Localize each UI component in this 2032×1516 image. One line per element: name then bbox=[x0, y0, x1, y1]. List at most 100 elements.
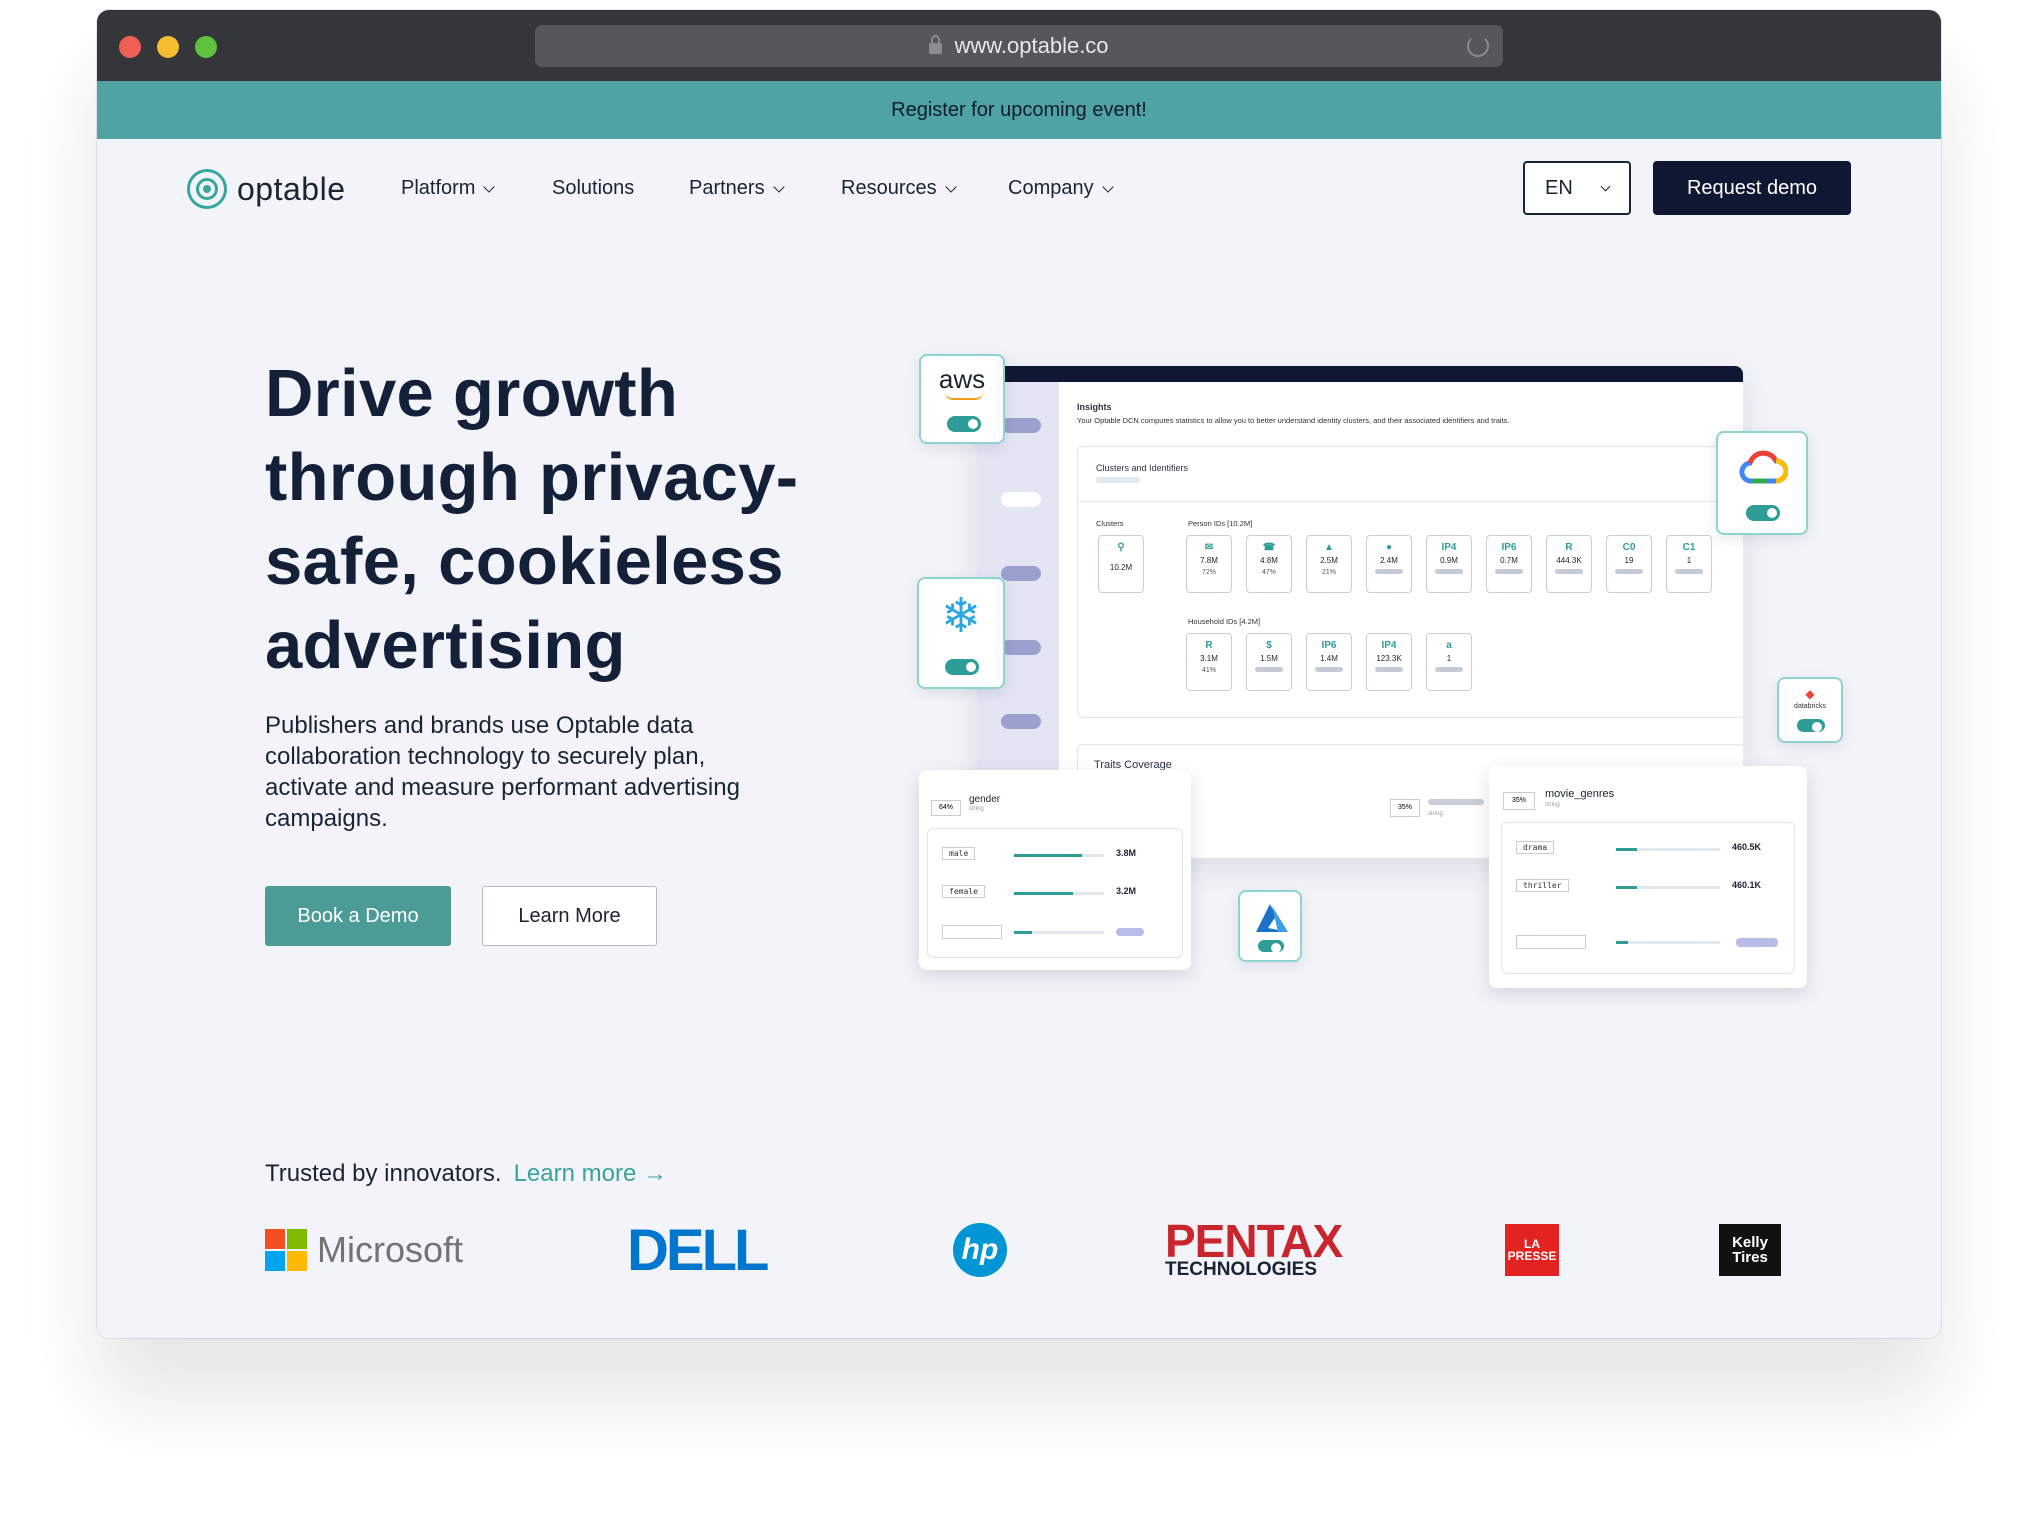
trusted-section: Trusted by innovators. Learn more → bbox=[265, 1160, 667, 1188]
placeholder-bar bbox=[1555, 569, 1583, 574]
google-cloud-integration-card[interactable] bbox=[1716, 431, 1808, 535]
household-identifier-box: a1 bbox=[1426, 633, 1472, 691]
aws-toggle[interactable] bbox=[947, 416, 981, 432]
placeholder-bar bbox=[1375, 667, 1403, 672]
nav-solutions[interactable]: Solutions bbox=[552, 177, 634, 200]
dashboard-top-bar bbox=[977, 366, 1743, 382]
nav-resources[interactable]: Resources bbox=[841, 177, 957, 200]
person-identifier-box: C0 19 bbox=[1606, 535, 1652, 593]
cluster-box: ⚲ 10.2M bbox=[1098, 535, 1144, 593]
household-identifier-box: IP4 123.3K bbox=[1366, 633, 1412, 691]
identifier-value: 123.3K bbox=[1376, 654, 1402, 663]
gender-row-label: female bbox=[942, 885, 985, 898]
identifier-icon: C1 bbox=[1682, 542, 1696, 553]
snowflake-toggle[interactable] bbox=[945, 659, 979, 675]
placeholder-bar bbox=[1675, 569, 1703, 574]
address-bar[interactable]: www.optable.co bbox=[535, 25, 1503, 67]
cluster-value: 10.2M bbox=[1109, 563, 1133, 572]
identifier-icon: ▲ bbox=[1324, 542, 1334, 553]
event-banner-text[interactable]: Register for upcoming event! bbox=[891, 99, 1147, 122]
logo-text: optable bbox=[237, 170, 346, 207]
language-select[interactable]: EN bbox=[1523, 161, 1631, 215]
nav-platform-label: Platform bbox=[401, 177, 476, 199]
gender-row-value: 3.2M bbox=[1116, 886, 1137, 896]
trusted-learn-more-link[interactable]: Learn more → bbox=[514, 1160, 667, 1188]
traits-pct: 35% bbox=[1390, 799, 1420, 817]
aws-integration-card[interactable]: aws bbox=[919, 354, 1005, 444]
clusters-heading: Clusters and Identifiers bbox=[1096, 463, 1189, 473]
azure-icon bbox=[1256, 904, 1288, 932]
person-identifier-box: ● 2.4M bbox=[1366, 535, 1412, 593]
person-ids-label: Person IDs [10.2M] bbox=[1188, 519, 1253, 528]
identifier-icon: IP4 bbox=[1441, 542, 1457, 553]
person-identifier-box: C1 1 bbox=[1666, 535, 1712, 593]
household-ids-label: Household IDs [4.2M] bbox=[1188, 617, 1261, 626]
person-identifier-box: IP4 0.9M bbox=[1426, 535, 1472, 593]
nav-platform[interactable]: Platform bbox=[401, 177, 496, 200]
placeholder-track bbox=[1616, 941, 1720, 944]
databricks-toggle[interactable] bbox=[1797, 719, 1825, 732]
identifier-value: 1.4M bbox=[1320, 654, 1338, 663]
placeholder-bar bbox=[1315, 667, 1343, 672]
aws-smile bbox=[945, 392, 983, 400]
identifier-pct: 41% bbox=[1201, 667, 1216, 674]
traits-string: string bbox=[1428, 811, 1443, 817]
sidebar-pill bbox=[1001, 566, 1041, 581]
movie-row-track bbox=[1616, 886, 1720, 889]
identifier-value: 2.5M bbox=[1320, 556, 1338, 565]
placeholder-pill bbox=[1116, 928, 1144, 936]
identifier-value: 4.8M bbox=[1260, 556, 1278, 565]
pentax-logo: PENTAX TECHNOLOGIES bbox=[1165, 1215, 1343, 1285]
movie-row-value: 460.1K bbox=[1732, 880, 1762, 890]
person-identifier-box: ☎ 4.8M 47% bbox=[1246, 535, 1292, 593]
lock-icon bbox=[929, 34, 943, 54]
nav-partners[interactable]: Partners bbox=[689, 177, 785, 200]
person-identifier-box: R 444.3K bbox=[1546, 535, 1592, 593]
nav-company-label: Company bbox=[1008, 177, 1094, 199]
google-cloud-toggle[interactable] bbox=[1746, 505, 1780, 521]
sidebar-pill bbox=[1001, 418, 1041, 433]
google-cloud-icon bbox=[1739, 450, 1788, 484]
azure-toggle[interactable] bbox=[1258, 940, 1284, 953]
identifier-pct: 47% bbox=[1261, 569, 1276, 576]
minimize-window-button[interactable] bbox=[157, 36, 179, 58]
top-navigation: optable Platform Solutions Partners Reso… bbox=[97, 139, 1941, 241]
household-identifier-box: IP6 1.4M bbox=[1306, 633, 1352, 691]
reload-icon[interactable] bbox=[1467, 35, 1489, 57]
sidebar-pill bbox=[1001, 492, 1041, 507]
learn-more-button[interactable]: Learn More bbox=[482, 886, 657, 946]
la-presse-logo: LA PRESSE bbox=[1505, 1215, 1559, 1285]
gender-row-value: 3.8M bbox=[1116, 848, 1137, 858]
identifier-icon: $ bbox=[1266, 640, 1272, 651]
identifier-icon: ● bbox=[1385, 542, 1393, 553]
identifier-value: 444.3K bbox=[1556, 556, 1582, 565]
databricks-integration-card[interactable]: ◆ databricks bbox=[1777, 677, 1843, 743]
hp-text: hp bbox=[953, 1223, 1007, 1277]
maximize-window-button[interactable] bbox=[195, 36, 217, 58]
azure-integration-card[interactable] bbox=[1238, 890, 1302, 962]
gender-row-track bbox=[1014, 892, 1104, 895]
sidebar-pill bbox=[1001, 640, 1041, 655]
hero-title: Drive growth through privacy-safe, cooki… bbox=[265, 356, 799, 683]
snowflake-integration-card[interactable]: ❄ bbox=[917, 577, 1005, 689]
book-demo-button[interactable]: Book a Demo bbox=[265, 886, 451, 946]
close-window-button[interactable] bbox=[119, 36, 141, 58]
trusted-text: Trusted by innovators. bbox=[265, 1160, 502, 1187]
identifier-value: 2.4M bbox=[1380, 556, 1398, 565]
kelly-tires-logo: Kelly Tires bbox=[1719, 1215, 1781, 1285]
placeholder-bar bbox=[1096, 477, 1140, 483]
nav-company[interactable]: Company bbox=[1008, 177, 1114, 200]
request-demo-button[interactable]: Request demo bbox=[1653, 161, 1851, 215]
placeholder-bar bbox=[1255, 667, 1283, 672]
event-banner[interactable]: Register for upcoming event! bbox=[97, 81, 1941, 139]
movie-rows-panel: drama 460.5K thriller 460.1K bbox=[1501, 822, 1795, 974]
hp-logo: hp bbox=[953, 1215, 1007, 1285]
placeholder-bar bbox=[1435, 667, 1463, 672]
identifier-icon: R bbox=[1565, 542, 1573, 553]
optable-logo[interactable]: optable bbox=[187, 169, 345, 209]
household-identifier-box: $1.5M bbox=[1246, 633, 1292, 691]
identifier-value: 1 bbox=[1446, 654, 1452, 663]
identifier-value: 7.8M bbox=[1200, 556, 1218, 565]
placeholder-bar bbox=[1375, 569, 1403, 574]
placeholder-pill bbox=[1736, 938, 1778, 947]
